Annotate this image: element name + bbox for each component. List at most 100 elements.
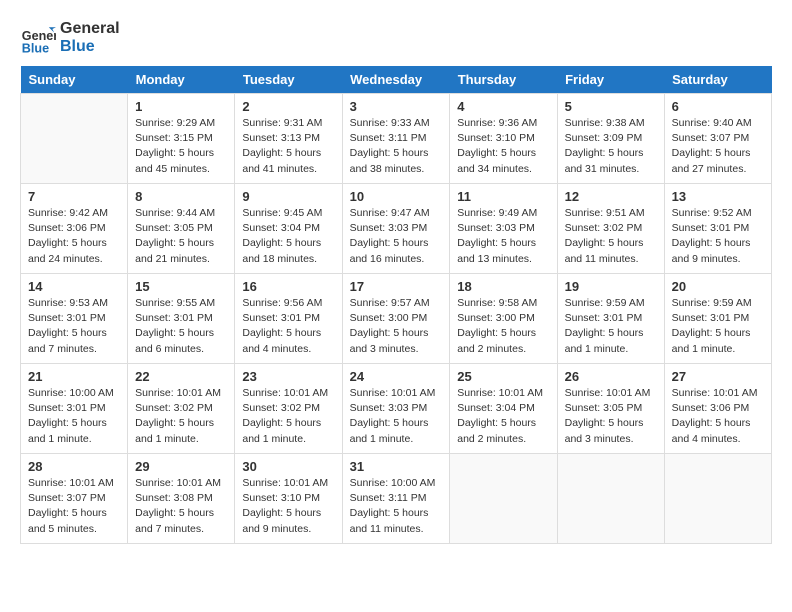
calendar-cell: 2 Sunrise: 9:31 AMSunset: 3:13 PMDaylight…	[235, 94, 342, 184]
logo: General Blue General Blue	[20, 20, 120, 56]
calendar-cell: 1 Sunrise: 9:29 AMSunset: 3:15 PMDaylight…	[128, 94, 235, 184]
calendar-table: SundayMondayTuesdayWednesdayThursdayFrid…	[20, 66, 772, 544]
day-info: Sunrise: 9:51 AMSunset: 3:02 PMDaylight:…	[565, 206, 657, 267]
logo-general: General	[60, 20, 120, 38]
day-number: 30	[242, 459, 334, 474]
day-number: 6	[672, 99, 764, 114]
calendar-cell: 11 Sunrise: 9:49 AMSunset: 3:03 PMDayligh…	[450, 184, 557, 274]
calendar-cell: 8 Sunrise: 9:44 AMSunset: 3:05 PMDaylight…	[128, 184, 235, 274]
day-info: Sunrise: 9:40 AMSunset: 3:07 PMDaylight:…	[672, 116, 764, 177]
day-info: Sunrise: 10:01 AMSunset: 3:03 PMDaylight…	[350, 386, 443, 447]
calendar-cell: 13 Sunrise: 9:52 AMSunset: 3:01 PMDayligh…	[664, 184, 771, 274]
day-info: Sunrise: 9:47 AMSunset: 3:03 PMDaylight:…	[350, 206, 443, 267]
day-info: Sunrise: 9:59 AMSunset: 3:01 PMDaylight:…	[565, 296, 657, 357]
calendar-cell: 17Sunrise: 9:57 AMSunset: 3:00 PMDayligh…	[342, 274, 450, 364]
day-info: Sunrise: 9:31 AMSunset: 3:13 PMDaylight:…	[242, 116, 334, 177]
day-number: 11	[457, 189, 549, 204]
day-info: Sunrise: 9:49 AMSunset: 3:03 PMDaylight:…	[457, 206, 549, 267]
calendar-cell: 16 Sunrise: 9:56 AMSunset: 3:01 PMDayligh…	[235, 274, 342, 364]
calendar-cell: 6 Sunrise: 9:40 AMSunset: 3:07 PMDaylight…	[664, 94, 771, 184]
day-info: Sunrise: 10:01 AMSunset: 3:02 PMDaylight…	[135, 386, 227, 447]
day-number: 5	[565, 99, 657, 114]
day-number: 23	[242, 369, 334, 384]
calendar-week-1: 1 Sunrise: 9:29 AMSunset: 3:15 PMDaylight…	[21, 94, 772, 184]
day-number: 9	[242, 189, 334, 204]
day-number: 1	[135, 99, 227, 114]
day-number: 7	[28, 189, 120, 204]
day-info: Sunrise: 9:56 AMSunset: 3:01 PMDaylight:…	[242, 296, 334, 357]
day-number: 26	[565, 369, 657, 384]
calendar-cell: 19 Sunrise: 9:59 AMSunset: 3:01 PMDayligh…	[557, 274, 664, 364]
day-number: 13	[672, 189, 764, 204]
calendar-cell: 14Sunrise: 9:53 AMSunset: 3:01 PMDayligh…	[21, 274, 128, 364]
day-number: 18	[457, 279, 549, 294]
day-number: 21	[28, 369, 120, 384]
calendar-cell: 20Sunrise: 9:59 AMSunset: 3:01 PMDayligh…	[664, 274, 771, 364]
calendar-cell: 21 Sunrise: 10:00 AMSunset: 3:01 PMDaylig…	[21, 364, 128, 454]
day-info: Sunrise: 9:53 AMSunset: 3:01 PMDaylight:…	[28, 296, 120, 357]
calendar-cell	[664, 454, 771, 544]
weekday-header-friday: Friday	[557, 66, 664, 94]
calendar-cell: 15 Sunrise: 9:55 AMSunset: 3:01 PMDayligh…	[128, 274, 235, 364]
day-number: 8	[135, 189, 227, 204]
logo-icon: General Blue	[20, 20, 56, 56]
weekday-header-tuesday: Tuesday	[235, 66, 342, 94]
day-info: Sunrise: 9:58 AMSunset: 3:00 PMDaylight:…	[457, 296, 549, 357]
day-info: Sunrise: 9:29 AMSunset: 3:15 PMDaylight:…	[135, 116, 227, 177]
calendar-week-2: 7Sunrise: 9:42 AMSunset: 3:06 PMDaylight…	[21, 184, 772, 274]
calendar-cell: 18 Sunrise: 9:58 AMSunset: 3:00 PMDayligh…	[450, 274, 557, 364]
day-number: 19	[565, 279, 657, 294]
day-info: Sunrise: 10:00 AMSunset: 3:01 PMDaylight…	[28, 386, 120, 447]
day-info: Sunrise: 9:38 AMSunset: 3:09 PMDaylight:…	[565, 116, 657, 177]
calendar-week-5: 28Sunrise: 10:01 AMSunset: 3:07 PMDaylig…	[21, 454, 772, 544]
logo-blue: Blue	[60, 38, 120, 56]
calendar-week-4: 21 Sunrise: 10:00 AMSunset: 3:01 PMDaylig…	[21, 364, 772, 454]
day-number: 2	[242, 99, 334, 114]
day-number: 10	[350, 189, 443, 204]
calendar-cell: 31Sunrise: 10:00 AMSunset: 3:11 PMDaylig…	[342, 454, 450, 544]
calendar-week-3: 14Sunrise: 9:53 AMSunset: 3:01 PMDayligh…	[21, 274, 772, 364]
day-number: 22	[135, 369, 227, 384]
svg-text:Blue: Blue	[22, 41, 49, 55]
day-number: 20	[672, 279, 764, 294]
day-info: Sunrise: 9:55 AMSunset: 3:01 PMDaylight:…	[135, 296, 227, 357]
day-number: 17	[350, 279, 443, 294]
calendar-cell: 4Sunrise: 9:36 AMSunset: 3:10 PMDaylight…	[450, 94, 557, 184]
day-number: 29	[135, 459, 227, 474]
calendar-cell: 24 Sunrise: 10:01 AMSunset: 3:03 PMDaylig…	[342, 364, 450, 454]
calendar-cell: 9 Sunrise: 9:45 AMSunset: 3:04 PMDaylight…	[235, 184, 342, 274]
day-number: 24	[350, 369, 443, 384]
day-number: 27	[672, 369, 764, 384]
calendar-cell: 10 Sunrise: 9:47 AMSunset: 3:03 PMDayligh…	[342, 184, 450, 274]
calendar-cell: 7Sunrise: 9:42 AMSunset: 3:06 PMDaylight…	[21, 184, 128, 274]
calendar-cell: 3Sunrise: 9:33 AMSunset: 3:11 PMDaylight…	[342, 94, 450, 184]
day-info: Sunrise: 9:45 AMSunset: 3:04 PMDaylight:…	[242, 206, 334, 267]
day-info: Sunrise: 10:01 AMSunset: 3:08 PMDaylight…	[135, 476, 227, 537]
calendar-cell: 28Sunrise: 10:01 AMSunset: 3:07 PMDaylig…	[21, 454, 128, 544]
day-info: Sunrise: 9:52 AMSunset: 3:01 PMDaylight:…	[672, 206, 764, 267]
calendar-cell: 5 Sunrise: 9:38 AMSunset: 3:09 PMDaylight…	[557, 94, 664, 184]
day-info: Sunrise: 10:01 AMSunset: 3:02 PMDaylight…	[242, 386, 334, 447]
calendar-cell: 23 Sunrise: 10:01 AMSunset: 3:02 PMDaylig…	[235, 364, 342, 454]
day-info: Sunrise: 10:01 AMSunset: 3:10 PMDaylight…	[242, 476, 334, 537]
day-number: 25	[457, 369, 549, 384]
calendar-cell: 29 Sunrise: 10:01 AMSunset: 3:08 PMDaylig…	[128, 454, 235, 544]
day-number: 28	[28, 459, 120, 474]
calendar-cell	[450, 454, 557, 544]
day-info: Sunrise: 10:01 AMSunset: 3:06 PMDaylight…	[672, 386, 764, 447]
calendar-cell: 26 Sunrise: 10:01 AMSunset: 3:05 PMDaylig…	[557, 364, 664, 454]
day-number: 31	[350, 459, 443, 474]
calendar-cell: 22 Sunrise: 10:01 AMSunset: 3:02 PMDaylig…	[128, 364, 235, 454]
calendar-cell	[557, 454, 664, 544]
day-number: 15	[135, 279, 227, 294]
day-info: Sunrise: 9:44 AMSunset: 3:05 PMDaylight:…	[135, 206, 227, 267]
page-header: General Blue General Blue	[20, 20, 772, 56]
day-info: Sunrise: 10:01 AMSunset: 3:05 PMDaylight…	[565, 386, 657, 447]
day-info: Sunrise: 10:01 AMSunset: 3:04 PMDaylight…	[457, 386, 549, 447]
weekday-header-sunday: Sunday	[21, 66, 128, 94]
day-number: 16	[242, 279, 334, 294]
calendar-cell: 27 Sunrise: 10:01 AMSunset: 3:06 PMDaylig…	[664, 364, 771, 454]
day-number: 12	[565, 189, 657, 204]
day-info: Sunrise: 9:33 AMSunset: 3:11 PMDaylight:…	[350, 116, 443, 177]
day-number: 4	[457, 99, 549, 114]
